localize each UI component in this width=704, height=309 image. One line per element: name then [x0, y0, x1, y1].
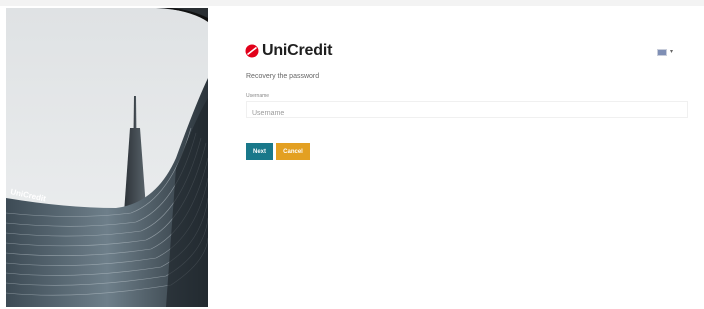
- login-page: UniCredit UniCredit ▾ Recovery the passw…: [0, 0, 704, 309]
- username-label: Username: [246, 93, 270, 99]
- next-button[interactable]: Next: [246, 143, 273, 160]
- headquarters-photo: UniCredit: [6, 8, 208, 307]
- chevron-down-icon: ▾: [670, 49, 674, 55]
- username-input[interactable]: [247, 106, 687, 121]
- username-field-wrapper: [246, 101, 688, 121]
- uk-flag-icon: [657, 49, 667, 56]
- cancel-button[interactable]: Cancel: [276, 143, 310, 160]
- unicredit-logo: UniCredit: [245, 42, 332, 60]
- page-title: Recovery the password: [246, 73, 320, 80]
- brand-name: UniCredit: [262, 42, 333, 59]
- language-selector[interactable]: ▾: [657, 49, 673, 56]
- unicredit-logo-icon: [245, 44, 259, 58]
- top-bar: [0, 0, 704, 6]
